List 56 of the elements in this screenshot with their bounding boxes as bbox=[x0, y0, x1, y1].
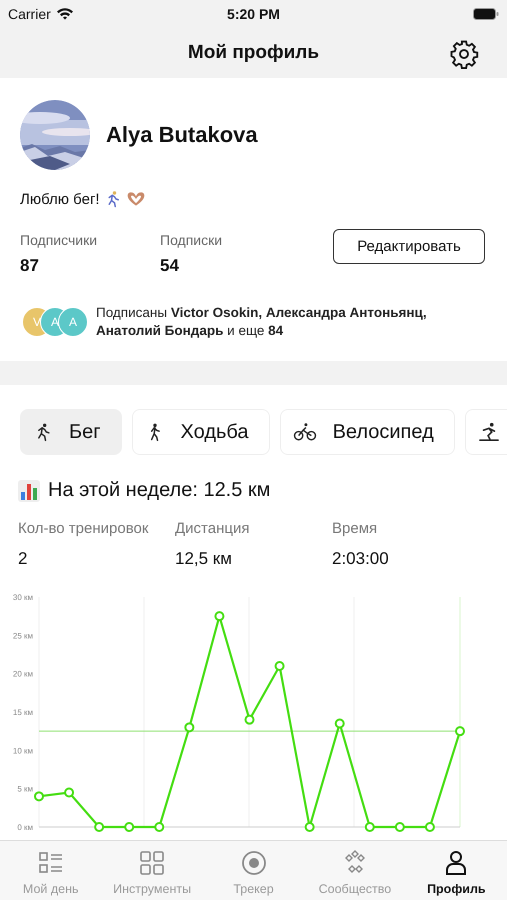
activity-tab[interactable]: Ходьба bbox=[132, 409, 270, 456]
activity-tab[interactable]: Бег bbox=[20, 409, 122, 456]
data-point bbox=[394, 822, 405, 832]
data-point bbox=[334, 718, 345, 729]
grid-icon bbox=[139, 850, 166, 876]
settings-icon[interactable] bbox=[449, 39, 479, 69]
counter-value: 87 bbox=[20, 256, 40, 276]
bicycle-icon bbox=[292, 422, 317, 442]
stat-value: 2:03:00 bbox=[332, 549, 390, 570]
activity-tab[interactable]: Велосипед bbox=[280, 409, 455, 456]
bar-chart-icon bbox=[18, 480, 40, 502]
counter-label: Подписчики bbox=[20, 232, 98, 248]
data-point bbox=[424, 822, 435, 832]
data-point bbox=[154, 822, 164, 832]
record-icon bbox=[240, 850, 267, 876]
stat-label: Кол-во тренировок bbox=[18, 520, 150, 538]
followers-text: Подписаны Victor Osokin, Александра Антоньянц, Анатолий Бондарь и еще 84 bbox=[96, 304, 428, 340]
tab-bar-item[interactable]: Профиль bbox=[406, 841, 507, 900]
stat-value: 12,5 км bbox=[175, 549, 233, 570]
bio-text: Люблю бег! bbox=[20, 190, 100, 208]
data-point bbox=[274, 661, 285, 672]
skier-icon bbox=[478, 422, 500, 442]
stat-value: 2 bbox=[18, 549, 28, 570]
data-point bbox=[64, 788, 74, 798]
y-tick-label: 25 км bbox=[12, 631, 33, 640]
stat-label: Дистанция bbox=[175, 520, 250, 538]
activity-tab[interactable] bbox=[464, 409, 507, 456]
data-point bbox=[124, 822, 134, 832]
heart-hands-icon bbox=[126, 190, 146, 208]
data-point bbox=[244, 714, 254, 725]
y-tick-label: 30 км bbox=[12, 593, 33, 602]
y-tick-label: 5 км bbox=[17, 784, 33, 794]
y-tick-label: 0 км bbox=[17, 823, 33, 832]
data-point bbox=[184, 722, 194, 732]
list-icon bbox=[38, 850, 64, 876]
data-point bbox=[214, 611, 224, 622]
battery-icon bbox=[473, 8, 499, 20]
data-point bbox=[455, 726, 465, 736]
user-name: Alya Butakova bbox=[106, 122, 258, 148]
y-tick-label: 15 км bbox=[12, 708, 33, 718]
edit-button[interactable]: Редактировать bbox=[333, 229, 485, 264]
data-point bbox=[364, 822, 375, 832]
y-tick-label: 20 км bbox=[12, 670, 33, 679]
week-title: На этой неделе: 12.5 км bbox=[48, 479, 270, 502]
screen-title: Мой профиль bbox=[188, 42, 320, 64]
counter-value: 54 bbox=[160, 256, 180, 276]
data-point bbox=[94, 822, 104, 832]
data-point bbox=[304, 822, 315, 832]
carrier-label: Carrier bbox=[8, 6, 51, 22]
y-tick-label: 10 км bbox=[12, 746, 33, 756]
data-point bbox=[34, 791, 44, 802]
follower-avatar: A bbox=[58, 306, 88, 337]
clock-time: 5:20 PM bbox=[227, 6, 280, 22]
counter-label: Подписки bbox=[160, 232, 224, 248]
wifi-icon bbox=[56, 7, 74, 20]
stat-label: Время bbox=[332, 520, 378, 538]
